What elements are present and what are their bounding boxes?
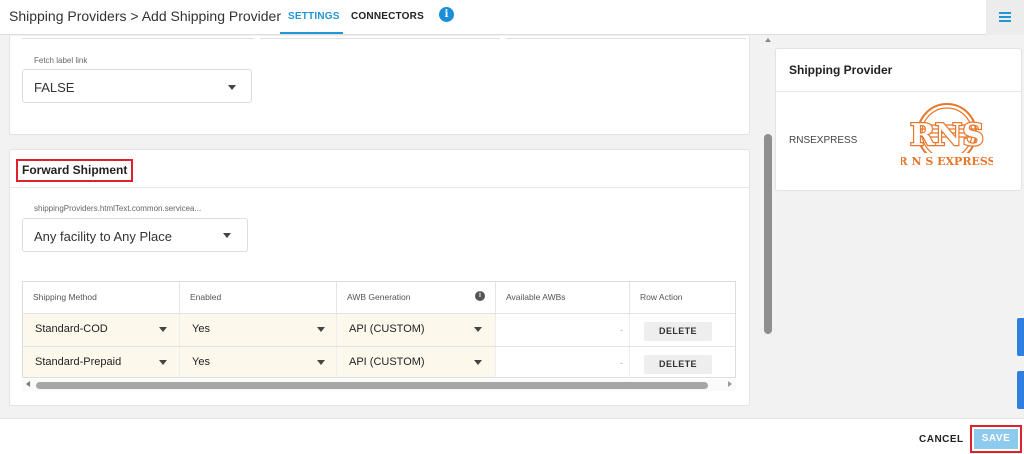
rns-express-logo: RNS RNS R N S EXPRESS — [901, 103, 993, 168]
awb-generation-value: API (CUSTOM) — [349, 356, 425, 368]
side-action-tab[interactable] — [1017, 318, 1024, 356]
tab-settings[interactable]: SETTINGS — [288, 11, 340, 22]
column-header-row-action: Row Action — [640, 292, 683, 302]
save-button[interactable]: SAVE — [974, 429, 1018, 449]
chevron-down-icon — [159, 360, 167, 365]
field-edge — [260, 36, 500, 39]
available-awbs-cell: - — [496, 314, 630, 347]
delete-button[interactable]: DELETE — [644, 322, 712, 341]
column-header-awb-generation: AWB Generation — [337, 282, 496, 313]
top-bar: Shipping Providers > Add Shipping Provid… — [0, 0, 1024, 35]
active-tab-indicator — [280, 32, 343, 34]
breadcrumb: Shipping Providers > Add Shipping Provid… — [9, 8, 282, 24]
shipping-provider-title: Shipping Provider — [789, 63, 893, 77]
enabled-value: Yes — [192, 356, 210, 368]
footer-bar — [0, 418, 1024, 454]
shipping-method-value: Standard-Prepaid — [35, 356, 122, 368]
chevron-down-icon — [317, 327, 325, 332]
chevron-down-icon — [228, 85, 236, 90]
vertical-scroll-thumb[interactable] — [764, 134, 772, 334]
column-header-shipping-method: Shipping Method — [23, 282, 180, 313]
provider-name: RNSEXPRESS — [789, 135, 858, 146]
column-header-available-awbs: Available AWBs — [496, 282, 630, 313]
info-icon[interactable]: i — [439, 7, 454, 22]
row-action-cell: DELETE — [630, 347, 735, 377]
table-row: Standard-Prepaid Yes API (CUSTOM) - DELE… — [23, 346, 735, 377]
fetch-label-link-label: Fetch label link — [34, 56, 88, 65]
tab-connectors[interactable]: CONNECTORS — [351, 11, 424, 22]
available-awbs-value: - — [620, 325, 623, 335]
serviceability-select[interactable]: Any facility to Any Place — [22, 218, 248, 252]
column-header-enabled: Enabled — [180, 282, 337, 313]
awb-info-icon[interactable]: i — [475, 291, 485, 301]
shipping-method-value: Standard-COD — [35, 323, 108, 335]
shipping-methods-table: Shipping Method Enabled AWB Generation i… — [22, 281, 736, 378]
scroll-left-icon[interactable] — [26, 381, 30, 387]
menu-button[interactable] — [986, 0, 1024, 35]
chevron-down-icon — [159, 327, 167, 332]
logo-text: R N S EXPRESS — [901, 155, 993, 168]
chevron-down-icon — [317, 360, 325, 365]
hamburger-icon-line — [999, 16, 1011, 18]
awb-generation-value: API (CUSTOM) — [349, 323, 425, 335]
enabled-select[interactable]: Yes — [180, 347, 337, 377]
chevron-down-icon — [474, 360, 482, 365]
chevron-down-icon — [474, 327, 482, 332]
hamburger-icon — [999, 12, 1011, 14]
scroll-right-icon[interactable] — [728, 381, 732, 387]
shipping-method-select[interactable]: Standard-Prepaid — [23, 347, 180, 377]
field-edge — [22, 36, 254, 39]
serviceability-value: Any facility to Any Place — [34, 229, 173, 244]
fetch-label-link-select[interactable]: FALSE — [22, 69, 252, 103]
enabled-select[interactable]: Yes — [180, 314, 337, 347]
forward-shipment-title: Forward Shipment — [16, 159, 134, 182]
horizontal-scroll-thumb[interactable] — [36, 382, 708, 389]
awb-generation-header-label: AWB Generation — [347, 292, 411, 302]
serviceability-label: shippingProviders.htmlText.common.servic… — [34, 204, 202, 213]
cancel-button[interactable]: CANCEL — [919, 434, 964, 445]
available-awbs-cell: - — [496, 347, 630, 377]
logo-monogram-fill: RNS — [910, 118, 984, 153]
delete-button[interactable]: DELETE — [644, 355, 712, 374]
scroll-up-icon[interactable] — [765, 38, 771, 42]
row-action-cell: DELETE — [630, 314, 735, 347]
side-divider — [776, 91, 1021, 92]
side-action-tab[interactable] — [1017, 371, 1024, 409]
table-row: Standard-COD Yes API (CUSTOM) - DELETE — [23, 313, 735, 347]
available-awbs-value: - — [620, 358, 623, 368]
shipping-method-select[interactable]: Standard-COD — [23, 314, 180, 347]
section-divider — [10, 187, 749, 188]
awb-generation-select[interactable]: API (CUSTOM) — [337, 347, 496, 377]
hamburger-icon-line — [999, 20, 1011, 22]
field-edge — [506, 36, 746, 39]
enabled-value: Yes — [192, 323, 210, 335]
awb-generation-select[interactable]: API (CUSTOM) — [337, 314, 496, 347]
fetch-label-link-value: FALSE — [34, 80, 75, 95]
chevron-down-icon — [223, 233, 231, 238]
shipping-provider-card: Shipping Provider RNSEXPRESS RNS RNS R N… — [775, 48, 1022, 191]
